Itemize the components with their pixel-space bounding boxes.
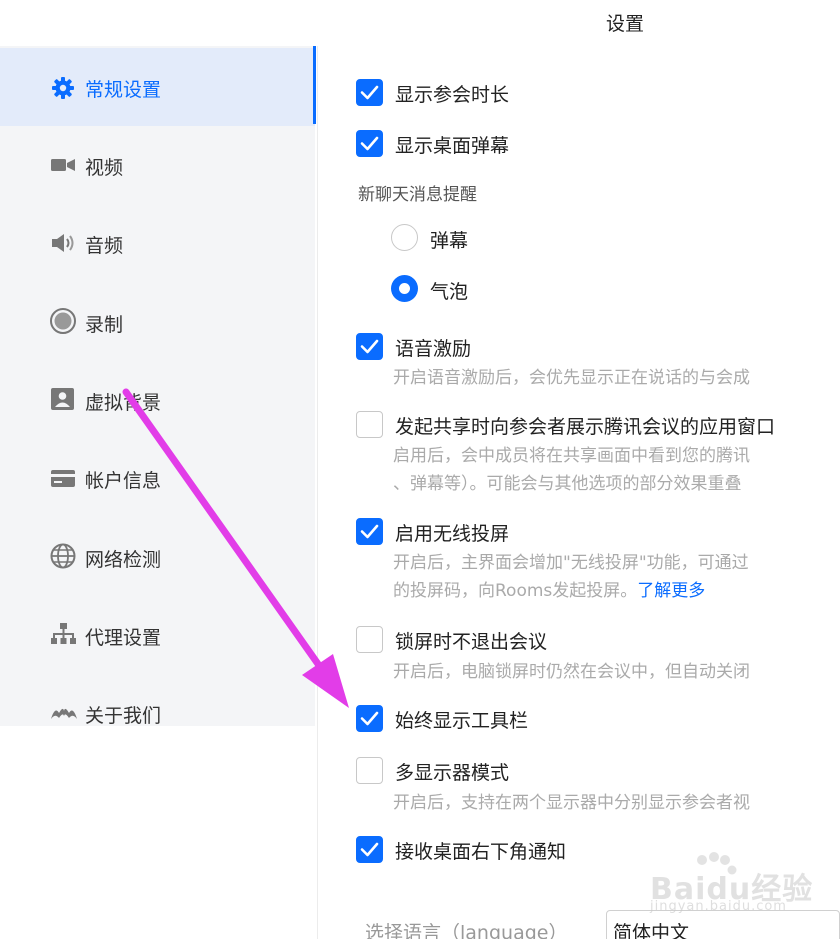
wireless-cast-desc-line2: 的投屏码，向Rooms发起投屏。了解更多 — [393, 577, 705, 605]
network-icon — [50, 623, 76, 646]
sidebar-item-virtual-bg[interactable]: 虚拟背景 — [0, 361, 315, 439]
language-label: 选择语言（language） — [365, 922, 568, 939]
radio-bubble-label: 气泡 — [430, 281, 469, 303]
sidebar-item-label: 虚拟背景 — [85, 392, 162, 414]
multi-display-label: 多显示器模式 — [395, 762, 510, 784]
sidebar-item-label: 录制 — [85, 314, 124, 336]
wireless-cast-desc: 的投屏码，向Rooms发起投屏。 — [393, 581, 638, 601]
card-icon — [50, 467, 76, 489]
desktop-notify-label: 接收桌面右下角通知 — [395, 841, 567, 863]
sidebar-item-video[interactable]: 视频 — [0, 126, 315, 204]
learn-more-link[interactable]: 了解更多 — [637, 581, 705, 601]
show-danmu-label: 显示桌面弹幕 — [395, 135, 510, 157]
divider — [317, 46, 318, 939]
multi-display-checkbox[interactable] — [356, 757, 383, 784]
wireless-cast-label: 启用无线投屏 — [395, 523, 510, 545]
logo-icon — [50, 702, 77, 724]
share-app-window-checkbox[interactable] — [356, 411, 383, 438]
share-app-window-desc: 、弹幕等）。可能会与其他选项的部分效果重叠 — [393, 474, 742, 494]
voice-motivation-label: 语音激励 — [395, 338, 472, 360]
sidebar-item-general[interactable]: 常规设置 — [0, 48, 315, 126]
sidebar-item-label: 常规设置 — [85, 79, 162, 101]
globe-icon — [50, 543, 76, 569]
wireless-cast-checkbox[interactable] — [356, 518, 383, 545]
multi-display-desc: 开启后，支持在两个显示器中分别显示参会者视 — [393, 793, 750, 813]
sidebar-item-label: 视频 — [85, 157, 124, 179]
wireless-cast-desc: 开启后，主界面会增加"无线投屏"功能，可通过 — [393, 553, 749, 573]
radio-bubble[interactable] — [391, 275, 418, 302]
lock-screen-label: 锁屏时不退出会议 — [395, 631, 548, 653]
voice-motivation-desc: 开启语音激励后，会优先显示正在说话的与会成 — [393, 368, 750, 388]
always-toolbar-checkbox[interactable] — [356, 705, 383, 732]
lock-screen-checkbox[interactable] — [356, 626, 383, 653]
sidebar-item-network[interactable]: 网络检测 — [0, 518, 315, 596]
chat-alert-label: 新聊天消息提醒 — [358, 185, 477, 205]
desktop-notify-checkbox[interactable] — [356, 836, 383, 863]
record-icon — [50, 308, 76, 334]
watermark-subtext: jingyan.baidu.com — [650, 899, 787, 914]
show-danmu-checkbox[interactable] — [356, 130, 383, 157]
checkmark-icon — [360, 85, 379, 100]
show-duration-label: 显示参会时长 — [395, 84, 510, 106]
checkmark-icon — [360, 842, 379, 857]
lock-screen-desc: 开启后，电脑锁屏时仍然在会议中，但自动关闭 — [393, 662, 750, 682]
sidebar-item-label: 关于我们 — [85, 705, 162, 727]
sidebar-item-about[interactable]: 关于我们 — [0, 674, 315, 752]
checkmark-icon — [360, 136, 379, 151]
voice-motivation-checkbox[interactable] — [356, 333, 383, 360]
sidebar-item-label: 网络检测 — [85, 549, 162, 571]
share-app-window-desc: 启用后，会中成员将在共享画面中看到您的腾讯 — [393, 446, 750, 466]
sidebar-item-label: 音频 — [85, 235, 124, 257]
sidebar-blank — [0, 726, 315, 939]
sidebar-item-label: 代理设置 — [85, 627, 162, 649]
portrait-icon — [50, 388, 76, 411]
checkmark-icon — [360, 711, 379, 726]
active-indicator — [313, 46, 316, 124]
share-app-window-label: 发起共享时向参会者展示腾讯会议的应用窗口 — [395, 416, 776, 438]
window-title: 设置 — [605, 13, 644, 35]
checkmark-icon — [360, 524, 379, 539]
sidebar-item-proxy[interactable]: 代理设置 — [0, 596, 315, 674]
radio-danmu-label: 弹幕 — [430, 230, 469, 252]
sidebar-item-record[interactable]: 录制 — [0, 283, 315, 361]
sidebar-item-label: 帐户信息 — [85, 470, 162, 492]
title-bar: 设置 — [0, 0, 840, 46]
video-icon — [50, 154, 76, 176]
checkmark-icon — [360, 339, 379, 354]
speaker-icon — [50, 232, 76, 254]
gear-icon — [50, 76, 76, 99]
sidebar-item-audio[interactable]: 音频 — [0, 204, 315, 282]
always-toolbar-label: 始终显示工具栏 — [395, 710, 529, 732]
show-duration-checkbox[interactable] — [356, 79, 383, 106]
sidebar-item-account[interactable]: 帐户信息 — [0, 439, 315, 517]
radio-danmu[interactable] — [391, 224, 418, 251]
